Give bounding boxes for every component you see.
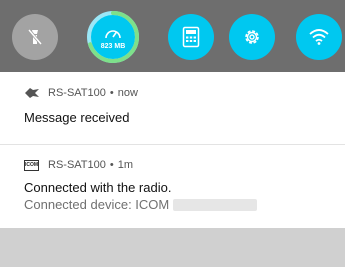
- notification-title: Connected with the radio.: [24, 180, 172, 195]
- flashlight-tile[interactable]: [12, 14, 58, 60]
- wifi-tile[interactable]: [296, 14, 342, 60]
- notification-body: Connected device: ICOM: [24, 197, 258, 212]
- memory-tile[interactable]: 823 MB: [87, 11, 139, 63]
- flashlight-off-icon: [27, 29, 43, 45]
- calculator-icon: [182, 26, 200, 48]
- notification-header: RS-SAT100 • now: [24, 86, 138, 100]
- notification-time: 1m: [117, 159, 134, 171]
- notification-app-name: RS-SAT100: [48, 159, 106, 171]
- background-area: [0, 228, 345, 267]
- notification-title: Message received: [24, 110, 130, 125]
- notification-connected[interactable]: ICOM RS-SAT100 • 1m Connected with the r…: [0, 145, 345, 228]
- notification-message-received[interactable]: RS-SAT100 • now Message received: [0, 72, 345, 144]
- notification-separator: •: [109, 87, 114, 99]
- calculator-tile[interactable]: [168, 14, 214, 60]
- settings-tile[interactable]: [229, 14, 275, 60]
- notification-separator: •: [109, 159, 114, 171]
- notification-app-name: RS-SAT100: [48, 87, 106, 99]
- redacted-serial: [173, 199, 258, 211]
- icom-logo-icon: ICOM: [24, 159, 40, 171]
- notification-time: now: [117, 87, 138, 99]
- memory-usage-ring: [87, 11, 139, 63]
- wifi-icon: [309, 29, 329, 45]
- notification-body-text: Connected device: ICOM: [24, 197, 170, 212]
- notification-header: ICOM RS-SAT100 • 1m: [24, 158, 133, 172]
- gear-icon: [245, 30, 259, 44]
- rs-sat-app-icon: [24, 87, 40, 99]
- quick-settings-bar: 823 MB: [0, 0, 345, 72]
- memory-label: 823 MB: [100, 43, 126, 50]
